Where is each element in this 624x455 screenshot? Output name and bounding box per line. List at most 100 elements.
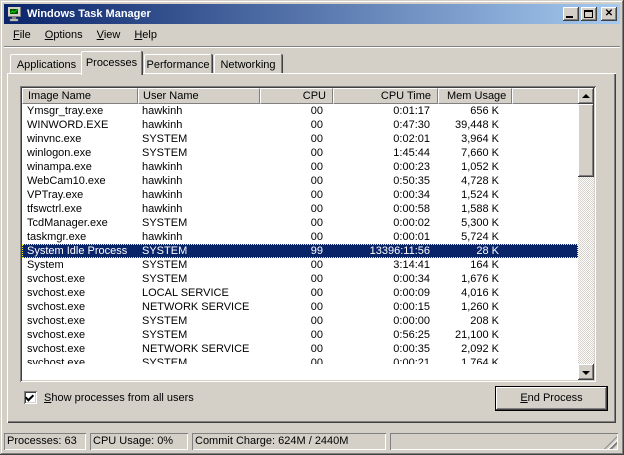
cell-cpu: 00 — [260, 230, 333, 244]
column-header-cpu[interactable]: CPU — [260, 88, 333, 104]
cell-user: SYSTEM — [138, 272, 260, 286]
column-header-image-name[interactable]: Image Name — [22, 88, 138, 104]
cell-cpu: 00 — [260, 342, 333, 356]
process-list: Image Name User Name CPU CPU Time Mem Us… — [20, 86, 596, 382]
cell-mem: 28 K — [438, 244, 512, 258]
table-row[interactable]: SystemSYSTEM003:14:41164 K — [22, 258, 578, 272]
window-controls: ✕ — [563, 7, 617, 21]
arrow-down-icon — [582, 371, 590, 375]
cell-fill — [512, 356, 578, 364]
cell-image: svchost.exe — [22, 342, 138, 356]
tab-applications[interactable]: Applications — [10, 54, 83, 74]
table-row[interactable]: System Idle ProcessSYSTEM9913396:11:5628… — [22, 244, 578, 258]
table-row[interactable]: WebCam10.exehawkinh000:50:354,728 K — [22, 174, 578, 188]
table-row[interactable]: svchost.exeLOCAL SERVICE000:00:094,016 K — [22, 286, 578, 300]
cell-cpu: 00 — [260, 300, 333, 314]
tab-networking[interactable]: Networking — [214, 54, 282, 74]
titlebar[interactable]: Windows Task Manager ✕ — [4, 4, 620, 24]
table-row[interactable]: TcdManager.exeSYSTEM000:00:025,300 K — [22, 216, 578, 230]
cell-user: hawkinh — [138, 118, 260, 132]
cell-time: 0:47:30 — [333, 118, 438, 132]
window-title: Windows Task Manager — [27, 8, 563, 20]
column-header-cpu-time[interactable]: CPU Time — [333, 88, 438, 104]
table-row[interactable]: Ymsgr_tray.exehawkinh000:01:17656 K — [22, 104, 578, 118]
cell-fill — [512, 300, 578, 314]
cell-image: System Idle Process — [22, 244, 138, 258]
table-row[interactable]: winlogon.exeSYSTEM001:45:447,660 K — [22, 146, 578, 160]
cell-image: System — [22, 258, 138, 272]
close-button[interactable]: ✕ — [601, 7, 617, 21]
cell-image: WebCam10.exe — [22, 174, 138, 188]
scroll-up-button[interactable] — [578, 88, 594, 104]
cell-image: svchost.exe — [22, 328, 138, 342]
cell-fill — [512, 160, 578, 174]
cell-image: svchost.exe — [22, 314, 138, 328]
task-manager-window: Windows Task Manager ✕ File Options View… — [0, 0, 624, 455]
cell-cpu: 00 — [260, 216, 333, 230]
cell-cpu: 00 — [260, 202, 333, 216]
show-all-users-checkbox[interactable] — [24, 391, 37, 404]
cell-image: VPTray.exe — [22, 188, 138, 202]
table-row[interactable]: svchost.exeSYSTEM000:00:341,676 K — [22, 272, 578, 286]
menu-bar: File Options View Help — [4, 25, 620, 45]
menu-file[interactable]: File — [6, 27, 38, 43]
table-row[interactable]: VPTray.exehawkinh000:00:341,524 K — [22, 188, 578, 202]
menu-view[interactable]: View — [90, 27, 128, 43]
minimize-button[interactable] — [563, 7, 579, 21]
tab-performance[interactable]: Performance — [144, 54, 212, 74]
table-row[interactable]: WINWORD.EXEhawkinh000:47:3039,448 K — [22, 118, 578, 132]
end-process-button[interactable]: End Process — [495, 386, 608, 411]
cell-cpu: 00 — [260, 258, 333, 272]
scrollbar-thumb[interactable] — [578, 104, 594, 177]
table-row[interactable]: tfswctrl.exehawkinh000:00:581,588 K — [22, 202, 578, 216]
cell-mem: 21,100 K — [438, 328, 512, 342]
status-processes: Processes: 63 — [4, 433, 86, 450]
column-header-user-name[interactable]: User Name — [138, 88, 260, 104]
menu-options[interactable]: Options — [38, 27, 90, 43]
show-all-users-label[interactable]: Show processes from all users — [44, 392, 194, 404]
table-row[interactable]: svchost.exeNETWORK SERVICE000:00:151,260… — [22, 300, 578, 314]
cell-mem: 164 K — [438, 258, 512, 272]
cell-time: 0:00:15 — [333, 300, 438, 314]
menu-help[interactable]: Help — [127, 27, 164, 43]
table-row[interactable]: svchost.exeSYSTEM000:00:00208 K — [22, 314, 578, 328]
cell-mem: 1,588 K — [438, 202, 512, 216]
cell-time: 0:50:35 — [333, 174, 438, 188]
status-cpu-usage: CPU Usage: 0% — [90, 433, 188, 450]
table-row[interactable]: svchost.exeSYSTEM000:56:2521,100 K — [22, 328, 578, 342]
end-process-label: End Process — [520, 387, 582, 409]
vertical-scrollbar[interactable] — [578, 88, 594, 380]
cell-mem: 1,764 K — [438, 356, 512, 364]
cell-user: hawkinh — [138, 104, 260, 118]
column-header-mem-usage[interactable]: Mem Usage — [438, 88, 512, 104]
resize-grip-icon[interactable] — [604, 436, 617, 449]
cell-time: 0:00:23 — [333, 160, 438, 174]
cell-mem: 7,660 K — [438, 146, 512, 160]
cell-fill — [512, 314, 578, 328]
maximize-button[interactable] — [581, 7, 597, 21]
tab-processes[interactable]: Processes — [81, 51, 142, 75]
cell-time: 0:00:01 — [333, 230, 438, 244]
cell-mem: 2,092 K — [438, 342, 512, 356]
table-row[interactable]: svchost.exeNETWORK SERVICE000:00:352,092… — [22, 342, 578, 356]
cell-mem: 208 K — [438, 314, 512, 328]
cell-fill — [512, 328, 578, 342]
cell-time: 0:00:34 — [333, 272, 438, 286]
cell-fill — [512, 258, 578, 272]
cell-user: NETWORK SERVICE — [138, 300, 260, 314]
maximize-icon — [584, 10, 593, 18]
cell-time: 0:00:09 — [333, 286, 438, 300]
table-row[interactable]: winampa.exehawkinh000:00:231,052 K — [22, 160, 578, 174]
cell-image: TcdManager.exe — [22, 216, 138, 230]
table-row[interactable]: taskmgr.exehawkinh000:00:015,724 K — [22, 230, 578, 244]
table-row[interactable]: svchost.exeSYSTEM000:00:211,764 K — [22, 356, 578, 364]
status-commit-charge: Commit Charge: 624M / 2440M — [192, 433, 386, 450]
cell-time: 0:02:01 — [333, 132, 438, 146]
table-row[interactable]: winvnc.exeSYSTEM000:02:013,964 K — [22, 132, 578, 146]
cell-fill — [512, 216, 578, 230]
cell-mem: 3,964 K — [438, 132, 512, 146]
cell-time: 0:00:21 — [333, 356, 438, 364]
cell-mem: 1,260 K — [438, 300, 512, 314]
cell-image: WINWORD.EXE — [22, 118, 138, 132]
scroll-down-button[interactable] — [578, 364, 594, 380]
